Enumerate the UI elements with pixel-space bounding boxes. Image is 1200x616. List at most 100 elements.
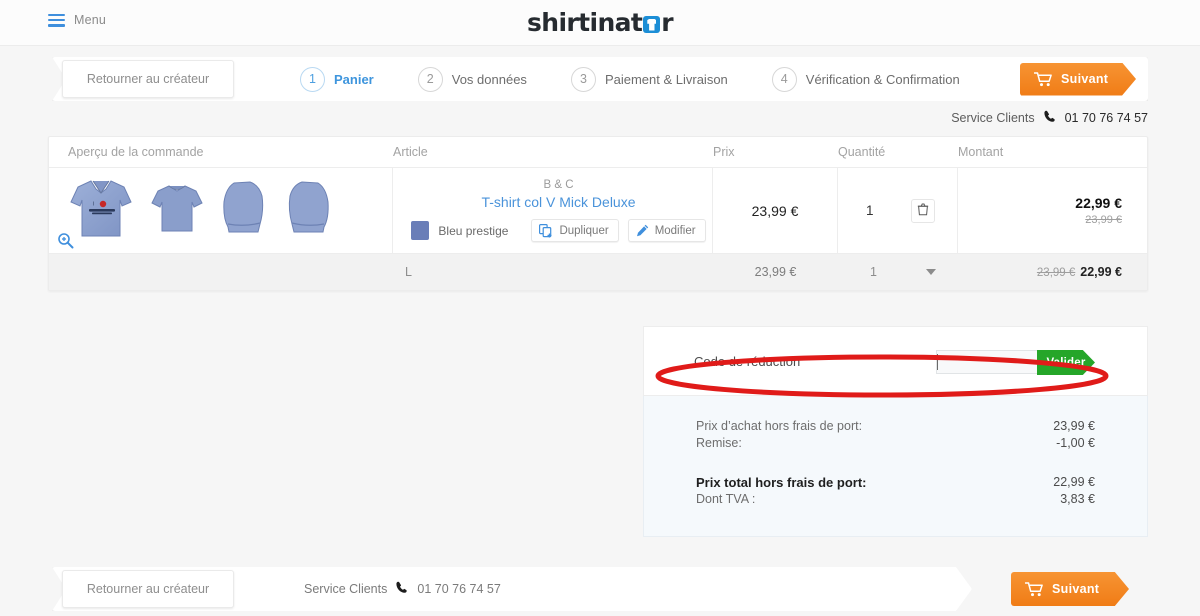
- tshirt-side-left-thumbnail[interactable]: [220, 180, 268, 241]
- step-4-label: Vérification & Confirmation: [805, 71, 960, 87]
- step-3-paiement-livraison[interactable]: 3 Paiement & Livraison: [570, 66, 728, 92]
- logo-text-pre: shirtinat: [526, 8, 643, 37]
- modify-button[interactable]: Modifier: [627, 219, 706, 242]
- cart-table-header: Aperçu de la commande Article Prix Quant…: [49, 137, 1147, 168]
- tshirt-side-right-thumbnail[interactable]: [284, 180, 332, 241]
- phone-icon: [396, 581, 408, 597]
- column-header-quantity: Quantité: [838, 145, 886, 159]
- next-button-footer[interactable]: Suivant: [1011, 572, 1129, 606]
- back-to-designer-button-footer[interactable]: Retourner au créateur: [62, 570, 234, 608]
- next-button-top-label: Suivant: [1061, 72, 1109, 86]
- site-logo[interactable]: shirtinat r: [0, 8, 1200, 37]
- variant-quantity: 1: [870, 265, 877, 279]
- product-amount-old: 23,99 €: [1085, 214, 1122, 226]
- pencil-icon: [636, 224, 649, 237]
- product-quantity: 1: [866, 203, 874, 218]
- subtotal-line: Prix d’achat hors frais de port: 23,99 €: [696, 418, 1095, 435]
- phone-icon: [1043, 110, 1056, 126]
- step-4-verification-confirmation[interactable]: 4 Vérification & Confirmation: [771, 66, 960, 92]
- zoom-in-icon[interactable]: [57, 232, 74, 249]
- back-to-designer-label: Retourner au créateur: [86, 72, 210, 86]
- totals-section: Prix d’achat hors frais de port: 23,99 €…: [643, 396, 1148, 537]
- customer-service-phone: 01 70 76 74 57: [1064, 111, 1148, 125]
- subtotal-value: 23,99 €: [1053, 419, 1095, 433]
- duplicate-label: Dupliquer: [559, 224, 609, 237]
- tva-value: 3,83 €: [1060, 492, 1095, 506]
- svg-text:I: I: [93, 202, 94, 208]
- customer-service-top: Service Clients 01 70 76 74 57: [951, 110, 1148, 126]
- step-2-number: 2: [417, 66, 443, 92]
- customer-service-footer: Service Clients 01 70 76 74 57: [304, 581, 501, 597]
- tshirt-back-thumbnail[interactable]: [150, 182, 204, 239]
- variant-row: L 23,99 € 1 23,99 € 22,99 €: [49, 254, 1147, 290]
- tshirt-front-thumbnail[interactable]: I: [68, 176, 134, 245]
- step-2-label: Vos données: [451, 71, 527, 87]
- footer-bar: Retourner au créateur Service Clients 01…: [52, 567, 1148, 611]
- step-1-panier[interactable]: 1 Panier: [300, 66, 374, 92]
- product-attributes-row: Bleu prestige Dupliquer Modifier: [411, 219, 706, 242]
- step-3-number: 3: [570, 66, 596, 92]
- next-button-footer-label: Suivant: [1052, 582, 1100, 596]
- cart-table: Aperçu de la commande Article Prix Quant…: [48, 136, 1148, 291]
- step-2-vos-donnees[interactable]: 2 Vos données: [417, 66, 527, 92]
- column-header-amount: Montant: [958, 145, 1004, 159]
- shirt-icon: [643, 16, 661, 33]
- back-to-designer-button[interactable]: Retourner au créateur: [62, 60, 234, 98]
- top-bar: Menu shirtinat r: [0, 0, 1200, 46]
- step-4-number: 4: [771, 66, 797, 92]
- step-3-label: Paiement & Livraison: [604, 71, 728, 87]
- steps-list: 1 Panier 2 Vos données 3 Paiement & Livr…: [300, 57, 1004, 101]
- cart-icon: [1025, 581, 1044, 597]
- product-preview-cell: I: [49, 168, 393, 253]
- customer-service-label: Service Clients: [951, 111, 1035, 125]
- variant-amount-cell: 23,99 € 22,99 €: [958, 265, 1138, 279]
- color-swatch: [411, 221, 430, 240]
- logo-text-post: r: [661, 8, 674, 37]
- page-root: Menu shirtinat r Retourner au créateur 1 …: [0, 0, 1200, 616]
- step-1-number: 1: [300, 66, 325, 92]
- tva-line: Dont TVA : 3,83 €: [696, 491, 1095, 508]
- variant-amount-old: 23,99 €: [1036, 267, 1076, 279]
- next-button-top[interactable]: Suivant: [1020, 62, 1136, 96]
- product-brand: B & C: [543, 179, 574, 191]
- validate-coupon-button[interactable]: Valider: [1037, 350, 1095, 375]
- step-1-label: Panier: [334, 71, 374, 87]
- coupon-input[interactable]: [936, 350, 1051, 374]
- table-row: I B & C T-shirt col V Mick Deluxe Bleu p…: [49, 168, 1147, 254]
- variant-amount-new: 22,99 €: [1080, 265, 1122, 279]
- product-quantity-cell: 1: [838, 168, 958, 253]
- variant-quantity-cell: 1: [838, 265, 958, 279]
- total-line: Prix total hors frais de port: 22,99 €: [696, 474, 1095, 491]
- total-value: 22,99 €: [1053, 475, 1095, 489]
- modify-label: Modifier: [654, 224, 696, 237]
- checkout-steps-bar: Retourner au créateur 1 Panier 2 Vos don…: [52, 57, 1148, 101]
- discount-value: -1,00 €: [1056, 436, 1095, 450]
- customer-service-phone-footer: 01 70 76 74 57: [417, 582, 501, 596]
- product-amount-cell: 22,99 € 23,99 €: [958, 168, 1138, 253]
- tva-label: Dont TVA :: [696, 492, 756, 506]
- text-cursor: [937, 354, 938, 370]
- variant-price: 23,99 €: [754, 265, 797, 279]
- duplicate-button[interactable]: Dupliquer: [531, 219, 619, 242]
- delete-item-button[interactable]: [911, 198, 935, 223]
- product-name-link[interactable]: T-shirt col V Mick Deluxe: [481, 194, 635, 210]
- order-summary-panel: Code de réduction Valider Prix d’achat h…: [643, 326, 1148, 537]
- discount-line: Remise: -1,00 €: [696, 435, 1095, 452]
- cart-icon: [1034, 71, 1053, 87]
- color-name: Bleu prestige: [438, 223, 509, 238]
- product-amount: 22,99 €: [1075, 195, 1122, 211]
- product-details-cell: B & C T-shirt col V Mick Deluxe Bleu pre…: [393, 168, 713, 253]
- back-to-designer-label-footer: Retourner au créateur: [86, 582, 210, 596]
- duplicate-icon: [539, 223, 553, 238]
- column-header-preview: Aperçu de la commande: [68, 145, 204, 159]
- coupon-section: Code de réduction Valider: [643, 326, 1148, 396]
- trash-icon: [917, 203, 929, 219]
- variant-size: L: [405, 265, 412, 279]
- discount-label: Remise:: [696, 436, 742, 450]
- product-price: 23,99 €: [751, 202, 799, 219]
- coupon-label: Code de réduction: [694, 353, 801, 369]
- column-header-article: Article: [393, 145, 428, 159]
- product-price-cell: 23,99 €: [713, 168, 838, 253]
- total-label: Prix total hors frais de port:: [696, 475, 867, 490]
- chevron-down-icon[interactable]: [926, 269, 936, 275]
